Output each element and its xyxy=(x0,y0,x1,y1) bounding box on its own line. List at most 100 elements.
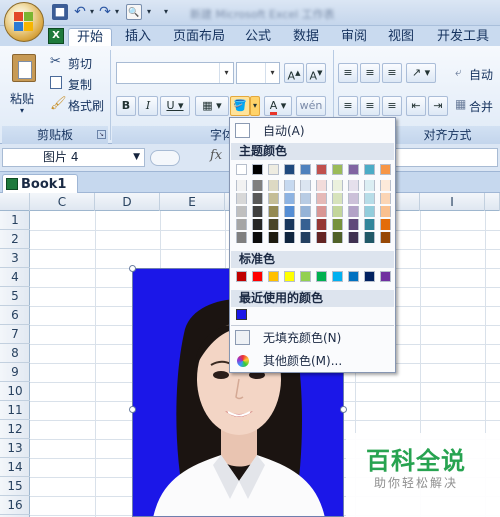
theme-color-swatch[interactable] xyxy=(332,164,343,175)
resize-handle[interactable] xyxy=(340,406,347,413)
theme-shade-swatch[interactable] xyxy=(316,232,327,243)
align-right-button[interactable]: ≡ xyxy=(382,96,402,116)
theme-shade-swatch[interactable] xyxy=(380,219,391,230)
theme-shade-swatch[interactable] xyxy=(252,219,263,230)
borders-button[interactable]: ▦ ▾ xyxy=(195,96,229,116)
theme-shade-swatch[interactable] xyxy=(284,193,295,204)
wrap-text-button[interactable]: ⤶ 自动 xyxy=(455,65,500,83)
font-size-box[interactable]: ▾ xyxy=(236,62,280,84)
align-left-button[interactable]: ≡ xyxy=(338,96,358,116)
bold-button[interactable]: B xyxy=(116,96,136,116)
format-painter-button[interactable]: 🖌 格式刷 xyxy=(50,96,108,114)
column-header[interactable]: I xyxy=(420,193,485,211)
cut-button[interactable]: ✂ 剪切 xyxy=(50,54,100,72)
undo-icon[interactable]: ↶ xyxy=(72,4,88,20)
row-header[interactable]: 14 xyxy=(0,458,30,477)
copy-button[interactable]: 复制 xyxy=(50,75,100,93)
fill-color-button[interactable]: 🪣 xyxy=(230,96,250,116)
theme-shade-swatch[interactable] xyxy=(300,193,311,204)
standard-color-swatch[interactable] xyxy=(364,271,375,282)
theme-color-swatch[interactable] xyxy=(236,164,247,175)
standard-color-swatch[interactable] xyxy=(300,271,311,282)
redo-dropdown-icon[interactable]: ▾ xyxy=(113,4,121,20)
theme-shade-swatch[interactable] xyxy=(236,232,247,243)
more-colors-option[interactable]: 其他颜色(M)... xyxy=(231,350,394,372)
align-middle-button[interactable]: ≡ xyxy=(360,63,380,83)
theme-color-swatch[interactable] xyxy=(364,164,375,175)
row-header[interactable]: 8 xyxy=(0,344,30,363)
theme-shade-swatch[interactable] xyxy=(268,180,279,191)
tab-developer[interactable]: 开发工具 xyxy=(432,28,494,46)
theme-color-swatch[interactable] xyxy=(252,164,263,175)
decrease-indent-button[interactable]: ⇤ xyxy=(406,96,426,116)
theme-shade-swatch[interactable] xyxy=(364,180,375,191)
column-header[interactable]: D xyxy=(95,193,160,211)
theme-color-swatch[interactable] xyxy=(316,164,327,175)
theme-shade-swatch[interactable] xyxy=(380,193,391,204)
theme-shade-swatch[interactable] xyxy=(380,180,391,191)
standard-color-swatch[interactable] xyxy=(348,271,359,282)
fill-color-dropdown-icon[interactable]: ▾ xyxy=(250,96,260,116)
theme-shade-swatch[interactable] xyxy=(268,232,279,243)
row-header[interactable]: 7 xyxy=(0,325,30,344)
theme-color-swatch[interactable] xyxy=(300,164,311,175)
row-header[interactable]: 16 xyxy=(0,496,30,515)
standard-color-swatch[interactable] xyxy=(252,271,263,282)
redo-icon[interactable]: ↷ xyxy=(97,4,113,20)
theme-shade-swatch[interactable] xyxy=(332,206,343,217)
tab-home[interactable]: 开始 xyxy=(68,28,112,46)
tab-page-layout[interactable]: 页面布局 xyxy=(168,28,230,46)
italic-button[interactable]: I xyxy=(138,96,158,116)
theme-shade-swatch[interactable] xyxy=(236,219,247,230)
tab-data[interactable]: 数据 xyxy=(288,28,324,46)
theme-shade-swatch[interactable] xyxy=(300,206,311,217)
theme-shade-swatch[interactable] xyxy=(364,206,375,217)
row-header[interactable]: 5 xyxy=(0,287,30,306)
theme-shade-swatch[interactable] xyxy=(268,206,279,217)
resize-handle[interactable] xyxy=(129,406,136,413)
row-header[interactable]: 3 xyxy=(0,249,30,268)
theme-shade-swatch[interactable] xyxy=(348,206,359,217)
workbook-tab[interactable]: Book1 * xyxy=(2,174,78,207)
resize-handle[interactable] xyxy=(129,265,136,272)
theme-shade-swatch[interactable] xyxy=(236,180,247,191)
theme-shade-swatch[interactable] xyxy=(316,193,327,204)
theme-shade-swatch[interactable] xyxy=(348,193,359,204)
preview-dropdown-icon[interactable]: ▾ xyxy=(145,4,153,20)
phonetic-button[interactable]: wén ▾ xyxy=(296,96,326,130)
column-header[interactable] xyxy=(485,193,500,211)
underline-button[interactable]: U ▾ xyxy=(160,96,190,116)
align-top-button[interactable]: ≡ xyxy=(338,63,358,83)
theme-shade-swatch[interactable] xyxy=(332,232,343,243)
orientation-button[interactable]: ↗ ▾ xyxy=(406,63,436,83)
standard-color-swatch[interactable] xyxy=(284,271,295,282)
align-bottom-button[interactable]: ≡ xyxy=(382,63,402,83)
theme-color-swatch[interactable] xyxy=(380,164,391,175)
theme-shade-swatch[interactable] xyxy=(284,232,295,243)
name-box[interactable]: 图片 4 ▼ xyxy=(2,148,145,167)
theme-shade-swatch[interactable] xyxy=(380,206,391,217)
align-center-button[interactable]: ≡ xyxy=(360,96,380,116)
theme-shade-swatch[interactable] xyxy=(316,219,327,230)
standard-color-swatch[interactable] xyxy=(316,271,327,282)
row-header[interactable]: 15 xyxy=(0,477,30,496)
theme-shade-swatch[interactable] xyxy=(252,232,263,243)
row-header[interactable]: 4 xyxy=(0,268,30,287)
theme-shade-swatch[interactable] xyxy=(252,193,263,204)
row-header[interactable]: 1 xyxy=(0,211,30,230)
font-size-dropdown-icon[interactable]: ▾ xyxy=(265,63,279,83)
row-header[interactable]: 13 xyxy=(0,439,30,458)
excel-app-icon[interactable]: X xyxy=(48,28,64,44)
formula-bar-splitter[interactable] xyxy=(150,150,180,166)
row-header[interactable]: 6 xyxy=(0,306,30,325)
theme-shade-swatch[interactable] xyxy=(252,180,263,191)
theme-shade-swatch[interactable] xyxy=(236,193,247,204)
theme-shade-swatch[interactable] xyxy=(236,206,247,217)
customize-quick-access-icon[interactable]: ▾ xyxy=(161,4,171,20)
theme-shade-swatch[interactable] xyxy=(268,219,279,230)
clipboard-launcher-icon[interactable]: ↘ xyxy=(97,130,106,139)
column-header[interactable]: C xyxy=(30,193,95,211)
undo-dropdown-icon[interactable]: ▾ xyxy=(88,4,96,20)
standard-color-swatch[interactable] xyxy=(268,271,279,282)
standard-color-swatch[interactable] xyxy=(236,271,247,282)
